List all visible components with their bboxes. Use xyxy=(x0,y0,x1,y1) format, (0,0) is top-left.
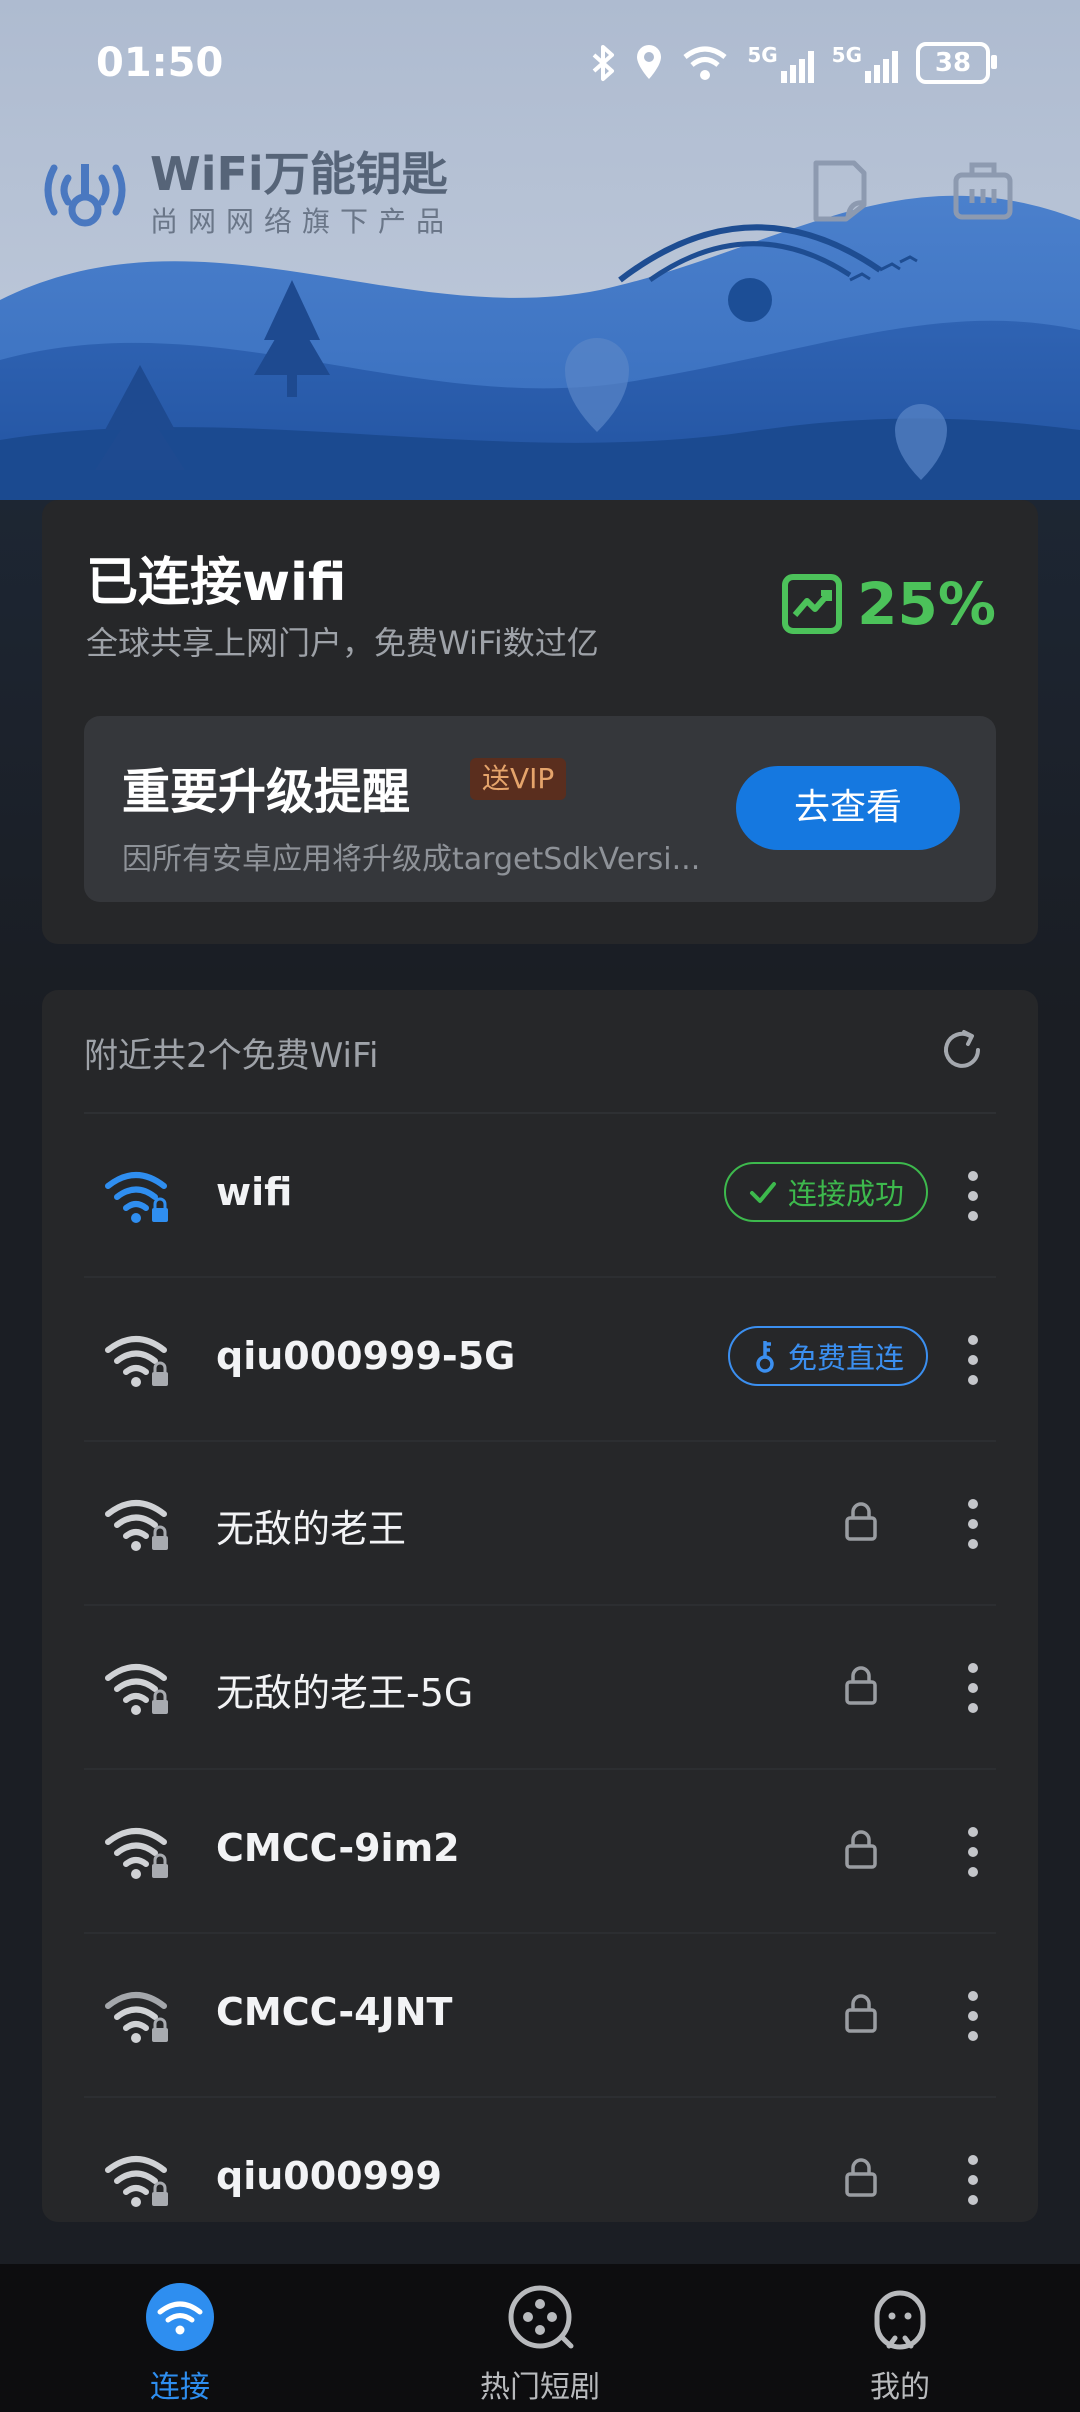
wifi-list: wifi 连接成功 qiu000999-5G 免费直连 无敌的老王 无敌的老王-… xyxy=(84,1112,996,2222)
refresh-button[interactable] xyxy=(938,1026,986,1078)
wifi-icon xyxy=(146,2283,214,2351)
more-options-icon[interactable] xyxy=(958,1988,988,2044)
briefcase-button[interactable] xyxy=(948,155,1018,225)
wifi-name: qiu000999-5G xyxy=(216,1334,516,1378)
status-bar: 01:50 5G 5G 38 xyxy=(0,0,1080,135)
lock-icon xyxy=(845,1830,877,1869)
wifi-name: CMCC-9im2 xyxy=(216,1826,460,1870)
connected-label: 连接成功 xyxy=(787,1177,904,1211)
wifi-row[interactable]: CMCC-4JNT xyxy=(84,1934,996,2098)
wifi-row[interactable]: wifi 连接成功 xyxy=(84,1114,996,1278)
profile-face-icon xyxy=(874,2290,926,2350)
nav-label-connect: 连接 xyxy=(150,2370,210,2405)
wifi-list-header: 附近共2个免费WiFi xyxy=(84,1036,379,1076)
more-options-icon[interactable] xyxy=(958,2152,988,2208)
free-connect-button[interactable]: 免费直连 xyxy=(727,1326,928,1386)
lock-icon xyxy=(845,2158,877,2197)
nav-tab-short-drama[interactable]: 热门短剧 xyxy=(440,2276,640,2406)
wifi-signal-icon xyxy=(105,1336,168,1387)
app-logo: WiFi万能钥匙 尚网网络旗下产品 xyxy=(40,148,454,240)
lock-icon xyxy=(845,1666,877,1705)
connection-title: 已连接wifi xyxy=(86,553,347,613)
wifi-name: CMCC-4JNT xyxy=(216,1990,453,2034)
rate-value: 25% xyxy=(857,570,996,638)
film-reel-icon xyxy=(508,2285,574,2349)
bottom-navigation: 连接 热门短剧 我的 xyxy=(0,2264,1080,2412)
battery-level: 38 xyxy=(934,48,972,78)
wifi-name: 无敌的老王-5G xyxy=(216,1671,474,1715)
view-button[interactable]: 去查看 xyxy=(736,766,960,850)
logo-subtitle: 尚网网络旗下产品 xyxy=(150,205,455,238)
wifi-name: qiu000999 xyxy=(216,2154,442,2198)
wifi-signal-connected-icon xyxy=(105,1172,168,1223)
lock-icon xyxy=(845,1502,877,1541)
more-options-icon[interactable] xyxy=(958,1660,988,1716)
key-icon xyxy=(756,1341,774,1373)
speed-rate[interactable]: 25% xyxy=(781,570,996,638)
connection-subtitle: 全球共享上网门户，免费WiFi数过亿 xyxy=(86,624,599,662)
nav-label-short-drama: 热门短剧 xyxy=(480,2370,600,2405)
wifi-name: 无敌的老王 xyxy=(216,1507,407,1551)
trend-chart-icon xyxy=(782,574,843,634)
more-options-icon[interactable] xyxy=(958,1168,988,1224)
upgrade-title: 重要升级提醒 xyxy=(122,764,411,820)
upgrade-description: 因所有安卓应用将升级成targetSdkVersi... xyxy=(122,842,701,877)
battery-indicator: 38 xyxy=(916,42,997,84)
more-options-icon[interactable] xyxy=(958,1496,988,1552)
wifi-row[interactable]: qiu000999-5G 免费直连 xyxy=(84,1278,996,1442)
cellular-signal-2: 5G xyxy=(832,43,898,83)
wifi-signal-icon xyxy=(105,2156,168,2207)
wifi-status-icon xyxy=(683,46,727,80)
wifi-row[interactable]: CMCC-9im2 xyxy=(84,1770,996,1934)
document-icon xyxy=(813,160,867,222)
wifi-name: wifi xyxy=(216,1170,293,1214)
connection-card: 已连接wifi 全球共享上网门户，免费WiFi数过亿 25% 重要升级提醒 送V… xyxy=(42,500,1038,944)
connected-badge[interactable]: 连接成功 xyxy=(723,1162,928,1222)
more-options-icon[interactable] xyxy=(958,1824,988,1880)
logo-title: WiFi万能钥匙 xyxy=(150,147,448,201)
check-icon xyxy=(749,1182,776,1203)
briefcase-icon xyxy=(953,162,1013,220)
location-icon xyxy=(637,45,662,79)
wifi-key-logo-icon xyxy=(44,164,126,227)
status-time: 01:50 xyxy=(96,40,224,86)
status-icons: 5G 5G 38 xyxy=(591,42,997,84)
wifi-list-card: 附近共2个免费WiFi wifi 连接成功 qiu000999-5G 免费直连 … xyxy=(42,990,1038,2222)
wifi-row[interactable]: 无敌的老王-5G xyxy=(84,1606,996,1770)
lock-icon xyxy=(845,1994,877,2033)
more-options-icon[interactable] xyxy=(958,1332,988,1388)
wifi-signal-icon xyxy=(105,1500,168,1551)
nav-label-mine: 我的 xyxy=(870,2370,930,2405)
vip-badge: 送VIP xyxy=(470,758,567,800)
nav-tab-mine[interactable]: 我的 xyxy=(800,2276,1000,2406)
wifi-signal-icon xyxy=(105,1828,168,1879)
network-type-label: 5G xyxy=(747,43,778,67)
network-type-label: 5G xyxy=(831,43,862,67)
cellular-signal-1: 5G xyxy=(747,43,814,83)
upgrade-banner[interactable]: 重要升级提醒 送VIP 因所有安卓应用将升级成targetSdkVersi...… xyxy=(84,716,996,902)
wifi-signal-icon xyxy=(105,1992,168,2043)
document-button[interactable] xyxy=(804,155,874,225)
wifi-row[interactable]: 无敌的老王 xyxy=(84,1442,996,1606)
free-connect-label: 免费直连 xyxy=(787,1341,904,1375)
wifi-row[interactable]: qiu000999 xyxy=(84,2098,996,2222)
wifi-signal-icon xyxy=(105,1664,168,1715)
nav-tab-connect[interactable]: 连接 xyxy=(80,2276,280,2406)
refresh-icon xyxy=(944,1030,980,1068)
bluetooth-icon xyxy=(592,45,615,81)
